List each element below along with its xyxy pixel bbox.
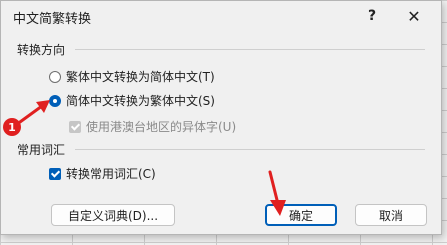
common-terms-divider — [75, 149, 425, 150]
radio-simp-to-trad-label: 简体中文转换为繁体中文(S) — [66, 94, 215, 108]
close-button[interactable]: ✕ — [401, 5, 427, 27]
dialog-title: 中文简繁转换 — [13, 12, 92, 27]
hk-variant-label: 使用港澳台地区的异体字(U) — [86, 120, 237, 134]
direction-section-label: 转换方向 — [17, 43, 66, 57]
chinese-conversion-dialog: 中文简繁转换 ? ✕ 转换方向 繁体中文转换为简体中文(T) 简体中文转换为繁体… — [0, 0, 442, 235]
annotation-badge: 1 — [3, 118, 21, 136]
help-button[interactable]: ? — [359, 5, 385, 27]
radio-trad-to-simp-label: 繁体中文转换为简体中文(T) — [66, 70, 215, 84]
convert-terms-checkbox[interactable] — [49, 167, 61, 180]
radio-button[interactable] — [49, 70, 61, 83]
title-bar: 中文简繁转换 ? ✕ — [1, 1, 441, 31]
cancel-button[interactable]: 取消 — [355, 204, 427, 226]
direction-divider — [75, 49, 425, 50]
radio-trad-to-simp[interactable]: 繁体中文转换为简体中文(T) — [49, 68, 215, 85]
convert-terms-checkbox-row[interactable]: 转换常用词汇(C) — [49, 165, 156, 182]
radio-simp-to-trad[interactable]: 简体中文转换为繁体中文(S) — [49, 92, 215, 109]
hk-variant-checkbox — [69, 120, 81, 133]
common-terms-section-label: 常用词汇 — [17, 143, 66, 157]
custom-dictionary-button[interactable]: 自定义词典(D)... — [51, 204, 175, 226]
radio-button-selected[interactable] — [49, 94, 61, 107]
hk-variant-checkbox-row: 使用港澳台地区的异体字(U) — [69, 118, 236, 135]
ok-button[interactable]: 确定 — [265, 204, 337, 226]
convert-terms-label: 转换常用词汇(C) — [66, 167, 156, 181]
